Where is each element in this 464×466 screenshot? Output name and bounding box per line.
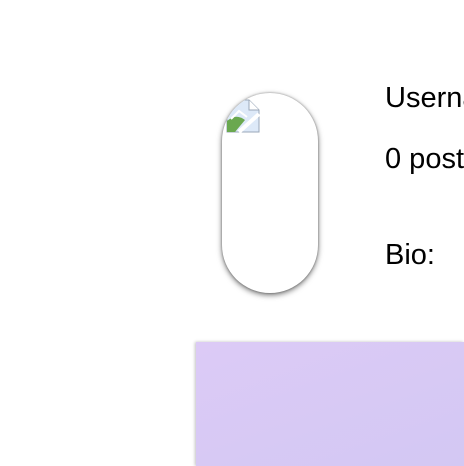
content-panel: [196, 342, 464, 466]
broken-image-icon: [226, 99, 260, 133]
post-count: 0 posts: [385, 143, 464, 175]
bio-label: Bio:: [385, 239, 435, 271]
username-label: Username: [385, 82, 464, 114]
avatar: [222, 93, 318, 293]
profile-page: Username 0 posts Bio:: [0, 0, 464, 466]
